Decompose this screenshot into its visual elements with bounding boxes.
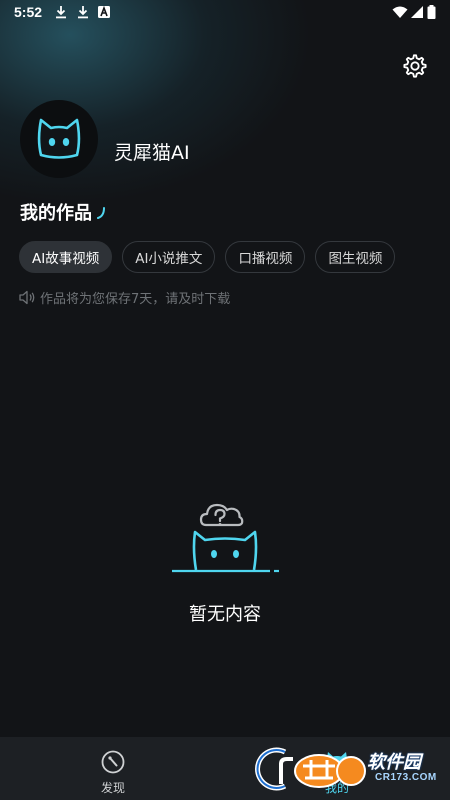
text-a-icon (98, 5, 110, 18)
notice-text: 作品将为您保存7天，请及时下载 (40, 292, 231, 307)
username: 灵犀猫AI (114, 142, 190, 164)
battery-icon (427, 5, 436, 19)
wifi-icon (392, 6, 408, 18)
status-bar: 5:52 (0, 0, 450, 26)
speaker-icon (19, 290, 35, 305)
tab-image-to-video[interactable]: 图生视频 (315, 241, 396, 273)
status-time: 5:52 (14, 4, 43, 20)
gear-icon[interactable] (402, 53, 428, 79)
compass-icon (101, 750, 125, 774)
empty-state-text: 暂无内容 (189, 604, 261, 625)
watermark-url: CR173.COM (375, 772, 437, 783)
section-title: 我的作品 (20, 203, 92, 224)
avatar[interactable] (20, 100, 98, 178)
tab-ai-novel-promo[interactable]: AI小说推文 (122, 241, 216, 273)
watermark-logo-icon (255, 747, 366, 791)
tab-talking-video[interactable]: 口播视频 (225, 241, 306, 273)
signal-icon (411, 6, 423, 18)
watermark: 软件园 CR173.COM (255, 744, 436, 794)
download-icon (56, 6, 66, 19)
cat-cloud-question-icon (172, 503, 279, 573)
save-notice: 作品将为您保存7天，请及时下载 (19, 288, 230, 307)
watermark-name: 软件园 (367, 752, 421, 773)
nav-label-discover: 发现 (100, 781, 125, 795)
my-page-screen: 5:52 灵犀猫AI 我的作品 AI故事视频 AI小说推文 口播视频 图生视频 … (0, 0, 450, 800)
works-tabs: AI故事视频 AI小说推文 口播视频 图生视频 (19, 241, 405, 273)
nav-item-discover[interactable]: 发现 (68, 747, 158, 797)
loading-spinner-icon (97, 207, 105, 219)
download-icon (78, 6, 88, 19)
tab-ai-story-video[interactable]: AI故事视频 (19, 241, 113, 273)
cat-face-icon (37, 118, 81, 159)
